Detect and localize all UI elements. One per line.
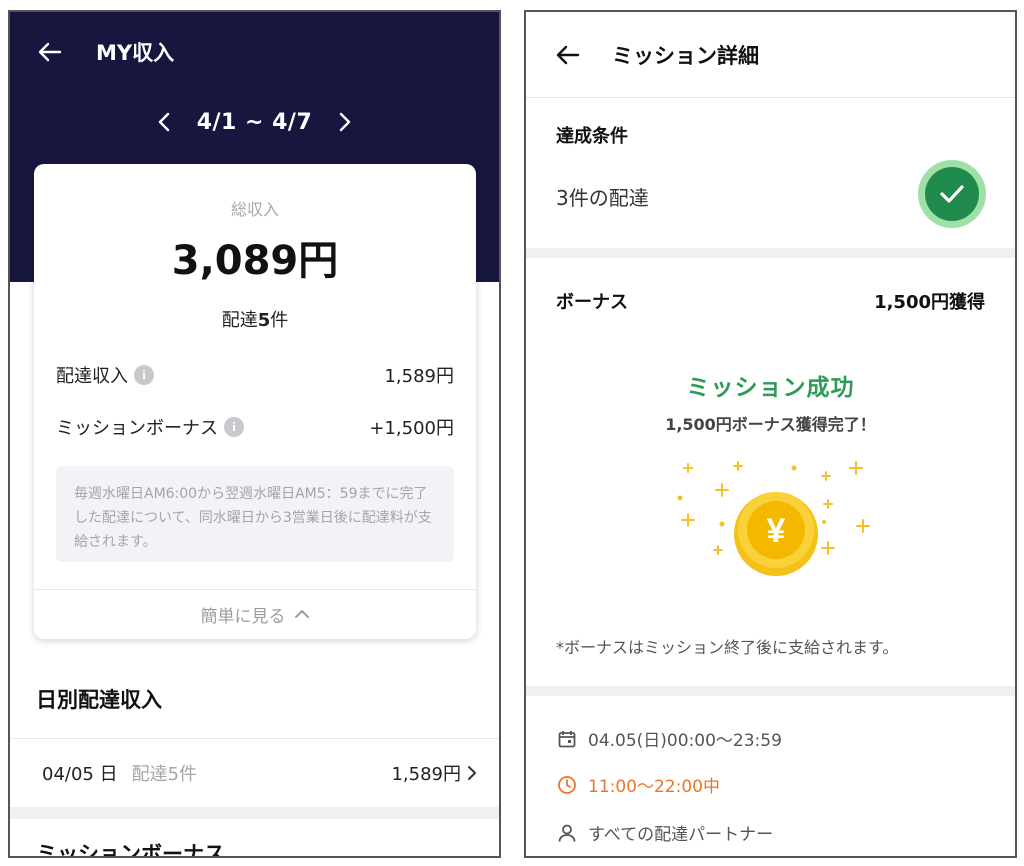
week-navigator: 4/1 ~ 4/7 bbox=[10, 107, 499, 137]
previous-week-chevron-icon[interactable] bbox=[153, 107, 175, 137]
person-icon bbox=[556, 822, 578, 844]
collapse-label: 簡単に見る bbox=[200, 606, 286, 627]
total-income-value: 3,089円 bbox=[171, 238, 339, 284]
mission-success-subtitle: 1,500円ボーナス獲得完了！ bbox=[665, 415, 876, 434]
chevron-right-icon bbox=[467, 764, 481, 782]
delivery-count-prefix: 配達 bbox=[221, 310, 258, 331]
condition-label: 達成条件 bbox=[556, 126, 628, 147]
clock-icon bbox=[556, 774, 578, 796]
next-week-chevron-icon[interactable] bbox=[334, 107, 356, 137]
bonus-footnote: *ボーナスはミッション終了後に支給されます。 bbox=[556, 638, 899, 657]
yen-symbol: ¥ bbox=[767, 512, 786, 550]
mission-detail-screen: ミッション詳細 達成条件 3件の配達 ボーナス 1,500円獲得 ミッション成功… bbox=[524, 10, 1017, 858]
day-date: 04/05 日 bbox=[42, 764, 118, 785]
daily-income-title: 日別配達収入 bbox=[36, 688, 162, 712]
mission-time-row: 11:00〜22:00中 bbox=[556, 772, 720, 797]
app-header: MY収入 bbox=[10, 12, 499, 92]
section-separator bbox=[10, 807, 499, 819]
delivery-income-label: 配達収入 bbox=[56, 366, 128, 387]
mission-date-text: 04.05(日)00:00〜23:59 bbox=[588, 731, 782, 751]
mission-time-text: 11:00〜22:00中 bbox=[588, 777, 720, 797]
mission-success-title: ミッション成功 bbox=[686, 375, 855, 401]
page-title: ミッション詳細 bbox=[612, 43, 759, 68]
delivery-income-row: 配達収入 i 1,589円 bbox=[56, 362, 454, 388]
delivery-count: 配達5件 bbox=[34, 306, 476, 332]
bonus-value: 1,500円獲得 bbox=[874, 292, 985, 313]
app-header: ミッション詳細 bbox=[526, 12, 1015, 98]
back-arrow-icon[interactable] bbox=[36, 38, 64, 66]
delivery-count-number: 5 bbox=[257, 310, 271, 331]
completed-check-icon bbox=[918, 160, 986, 228]
mission-target-row: すべての配達パートナー bbox=[556, 820, 773, 845]
mission-bonus-row: ミッションボーナス i +1,500円 bbox=[56, 414, 454, 440]
section-separator bbox=[526, 248, 1015, 258]
day-amount: 1,589円 bbox=[391, 764, 461, 785]
mission-bonus-value: +1,500円 bbox=[369, 418, 454, 439]
collapse-button[interactable]: 簡単に見る bbox=[34, 589, 476, 639]
income-summary-card: 総収入 3,089円 配達5件 配達収入 i 1,589円 ミッションボーナス … bbox=[34, 164, 476, 639]
delivery-count-suffix: 件 bbox=[270, 310, 289, 331]
week-range-label: 4/1 ~ 4/7 bbox=[196, 109, 313, 135]
total-income-label: 総収入 bbox=[230, 200, 279, 219]
coin-illustration: ¥ bbox=[666, 458, 876, 578]
delivery-income-value: 1,589円 bbox=[384, 366, 454, 387]
page-title: MY収入 bbox=[96, 41, 175, 65]
payment-note: 毎週水曜日AM6:00から翌週水曜日AM5：59までに完了した配達について、同水… bbox=[56, 466, 454, 562]
bonus-label: ボーナス bbox=[556, 292, 628, 313]
calendar-icon bbox=[556, 728, 578, 750]
mission-date-row: 04.05(日)00:00〜23:59 bbox=[556, 726, 782, 751]
daily-income-row[interactable]: 04/05 日 配達5件 1,589円 bbox=[10, 739, 499, 807]
info-icon[interactable]: i bbox=[224, 417, 244, 437]
day-delivery-count: 配達5件 bbox=[131, 764, 198, 785]
my-income-screen: MY収入 4/1 ~ 4/7 総収入 3,089円 配達5件 配達収入 i 1,… bbox=[8, 10, 501, 858]
back-arrow-icon[interactable] bbox=[554, 41, 582, 69]
info-icon[interactable]: i bbox=[134, 365, 154, 385]
condition-text: 3件の配達 bbox=[556, 186, 649, 210]
mission-target-text: すべての配達パートナー bbox=[588, 825, 774, 845]
chevron-up-icon bbox=[294, 610, 309, 618]
mission-bonus-label: ミッションボーナス bbox=[56, 418, 218, 439]
section-separator bbox=[526, 686, 1015, 696]
mission-bonus-section-title: ミッションボーナス bbox=[36, 842, 225, 858]
